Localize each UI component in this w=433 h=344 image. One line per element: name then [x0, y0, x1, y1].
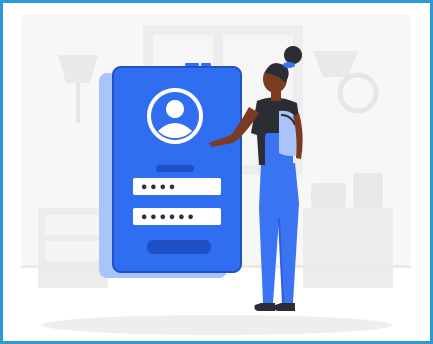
login-illustration — [21, 15, 411, 335]
login-label-bar — [156, 165, 194, 172]
password-value: •••••• — [140, 211, 196, 226]
login-button[interactable] — [147, 240, 211, 254]
user-avatar-icon — [147, 88, 203, 144]
username-value: •••• — [140, 181, 178, 196]
illustration-frame: •••• •••••• — [0, 0, 433, 344]
floor-shadow — [42, 315, 392, 335]
